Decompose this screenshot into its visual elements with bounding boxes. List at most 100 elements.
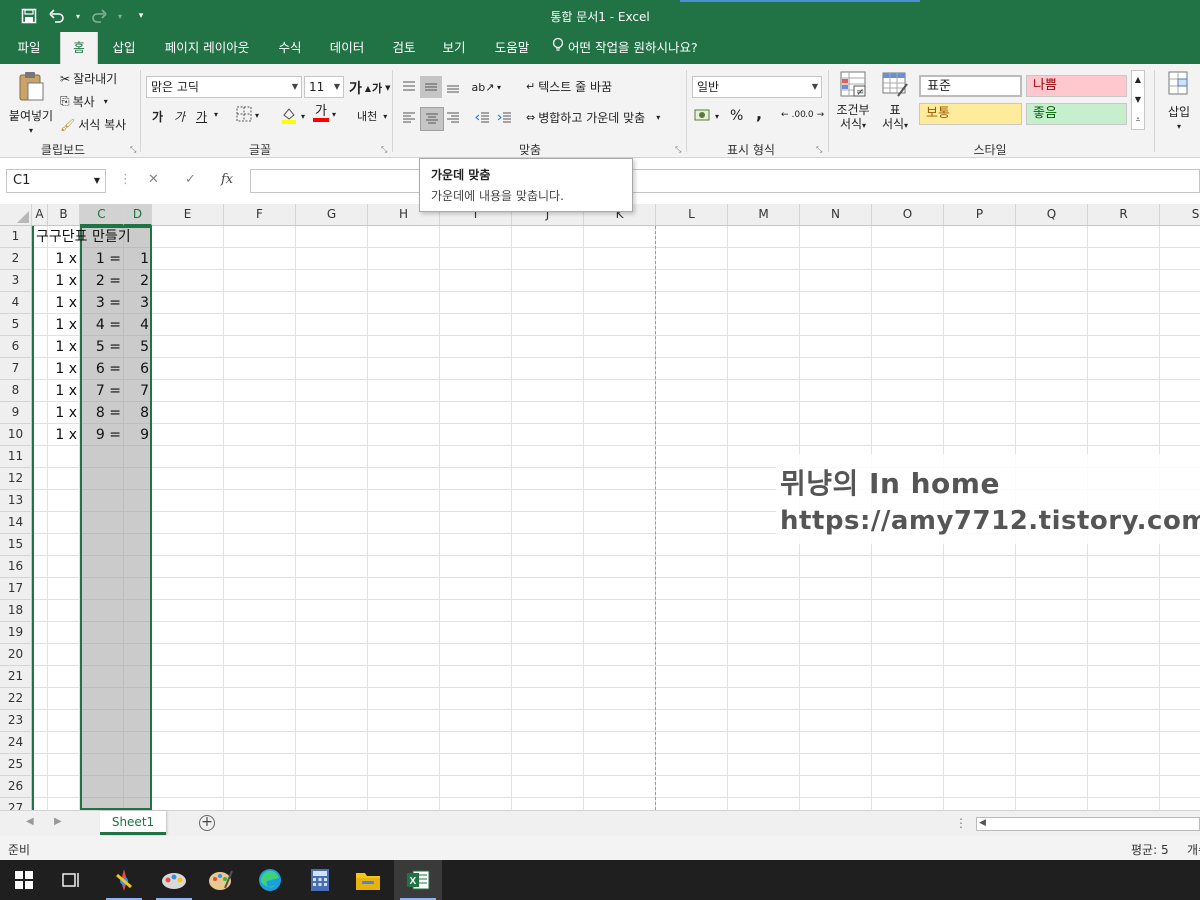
accounting-format-button[interactable]: ▾ [694, 108, 719, 125]
tab-review[interactable]: 검토 [384, 32, 424, 64]
tab-formulas[interactable]: 수식 [270, 32, 310, 64]
cell-c7[interactable]: 6 = [80, 358, 124, 380]
cancel-icon[interactable]: ✕ [148, 172, 159, 187]
column-header-c[interactable]: C [80, 204, 124, 226]
number-format-select[interactable]: 일반 ▼ [692, 76, 822, 98]
column-header-d[interactable]: D [124, 204, 152, 226]
format-as-table-button[interactable]: 표 서식▾ [876, 70, 914, 132]
clipboard-launcher-icon[interactable]: ⤡ [130, 145, 136, 155]
scroll-up-icon[interactable]: ▲ [1135, 75, 1141, 84]
cell-d4[interactable]: 3 [124, 292, 152, 314]
increase-indent-button[interactable] [494, 107, 516, 129]
alignment-launcher-icon[interactable]: ⤡ [675, 145, 681, 155]
sheet-next-icon[interactable]: ▶ [54, 816, 62, 827]
windows-start-icon[interactable] [0, 860, 48, 900]
column-header-l[interactable]: L [656, 204, 728, 226]
row-header-8[interactable]: 8 [0, 380, 32, 402]
decrease-indent-button[interactable] [472, 107, 494, 129]
name-box[interactable]: C1 ▼ [6, 169, 106, 193]
cell-c6[interactable]: 5 = [80, 336, 124, 358]
row-header-14[interactable]: 14 [0, 512, 32, 534]
row-header-2[interactable]: 2 [0, 248, 32, 270]
cell-d8[interactable]: 7 [124, 380, 152, 402]
cell-b8[interactable]: 1 x [48, 380, 80, 402]
format-painter-button[interactable]: 🖌 서식 복사 [60, 116, 126, 133]
font-size-select[interactable]: 11 ▼ [304, 76, 344, 98]
styles-gallery-scroll[interactable]: ▲ ▼ ⩡ [1131, 70, 1145, 130]
row-header-13[interactable]: 13 [0, 490, 32, 512]
align-bottom-button[interactable] [442, 76, 464, 98]
worksheet-grid[interactable]: ABCDEFGHIJKLMNOPQRS 1 2 3 4 5 6 7 8 9 10 11 12 13 14 1… [0, 204, 1200, 810]
row-header-6[interactable]: 6 [0, 336, 32, 358]
column-header-q[interactable]: Q [1016, 204, 1088, 226]
column-header-n[interactable]: N [800, 204, 872, 226]
row-header-11[interactable]: 11 [0, 446, 32, 468]
cell-b6[interactable]: 1 x [48, 336, 80, 358]
row-header-19[interactable]: 19 [0, 622, 32, 644]
style-bad[interactable]: 나쁨 [1026, 75, 1127, 97]
column-header-m[interactable]: M [728, 204, 800, 226]
row-header-25[interactable]: 25 [0, 754, 32, 776]
row-header-10[interactable]: 10 [0, 424, 32, 446]
row-header-22[interactable]: 22 [0, 688, 32, 710]
cell-c5[interactable]: 4 = [80, 314, 124, 336]
row-header-15[interactable]: 15 [0, 534, 32, 556]
chevron-down-icon[interactable]: ▼ [94, 170, 100, 192]
cell-d6[interactable]: 5 [124, 336, 152, 358]
increase-decimal-button[interactable]: ← .00 [781, 110, 806, 120]
row-header-17[interactable]: 17 [0, 578, 32, 600]
formula-input[interactable] [250, 169, 1200, 193]
horizontal-scrollbar[interactable]: ◀ [976, 817, 1200, 831]
row-header-16[interactable]: 16 [0, 556, 32, 578]
column-header-r[interactable]: R [1088, 204, 1160, 226]
tab-data[interactable]: 데이터 [320, 32, 374, 64]
align-center-button[interactable] [420, 107, 444, 131]
cell-d10[interactable]: 9 [124, 424, 152, 446]
cell-b7[interactable]: 1 x [48, 358, 80, 380]
row-header-20[interactable]: 20 [0, 644, 32, 666]
cell-c9[interactable]: 8 = [80, 402, 124, 424]
cell-c3[interactable]: 2 = [80, 270, 124, 292]
cell-b9[interactable]: 1 x [48, 402, 80, 424]
row-header-1[interactable]: 1 [0, 226, 32, 248]
edge-icon[interactable] [246, 860, 294, 900]
palette-app-icon[interactable] [196, 860, 244, 900]
row-header-18[interactable]: 18 [0, 600, 32, 622]
font-name-select[interactable]: 맑은 고딕 ▼ [146, 76, 302, 98]
row-header-3[interactable]: 3 [0, 270, 32, 292]
add-sheet-icon[interactable]: + [199, 815, 215, 831]
align-middle-button[interactable] [420, 76, 442, 98]
align-left-button[interactable] [398, 107, 420, 129]
italic-button[interactable]: 가 [174, 108, 185, 125]
row-header-26[interactable]: 26 [0, 776, 32, 798]
insert-function-icon[interactable]: fx [221, 172, 233, 187]
cell-c2[interactable]: 1 = [80, 248, 124, 270]
gallery-more-icon[interactable]: ⩡ [1136, 115, 1141, 125]
percent-button[interactable]: % [730, 108, 743, 124]
row-header-21[interactable]: 21 [0, 666, 32, 688]
style-neutral[interactable]: 보통 [919, 103, 1022, 125]
scroll-down-icon[interactable]: ▼ [1135, 95, 1141, 104]
cell-c8[interactable]: 7 = [80, 380, 124, 402]
copy-button[interactable]: ⎘ 복사 ▾ [60, 93, 108, 110]
calculator-icon[interactable] [296, 860, 344, 900]
cell-b2[interactable]: 1 x [48, 248, 80, 270]
underline-button[interactable]: 가 [196, 108, 207, 125]
cell-d7[interactable]: 6 [124, 358, 152, 380]
conditional-formatting-button[interactable]: ≠ 조건부 서식▾ [834, 70, 872, 132]
column-header-o[interactable]: O [872, 204, 944, 226]
tell-me-box[interactable]: 어떤 작업을 원하시나요? [552, 32, 722, 64]
insert-cells-button[interactable]: 삽입 ▾ [1162, 70, 1196, 131]
font-launcher-icon[interactable]: ⤡ [381, 145, 387, 155]
select-all-button[interactable] [0, 204, 32, 226]
tab-page-layout[interactable]: 페이지 레이아웃 [154, 32, 260, 64]
row-header-24[interactable]: 24 [0, 732, 32, 754]
cell-b3[interactable]: 1 x [48, 270, 80, 292]
excel-icon[interactable]: X [394, 860, 442, 900]
merge-center-button[interactable]: ⇔ 병합하고 가운데 맞춤 ▾ [526, 109, 660, 126]
paint-app-icon[interactable] [100, 860, 148, 900]
row-header-5[interactable]: 5 [0, 314, 32, 336]
row-header-27[interactable]: 27 [0, 798, 32, 810]
underline-dropdown-icon[interactable]: ▾ [214, 110, 218, 119]
cell-b5[interactable]: 1 x [48, 314, 80, 336]
